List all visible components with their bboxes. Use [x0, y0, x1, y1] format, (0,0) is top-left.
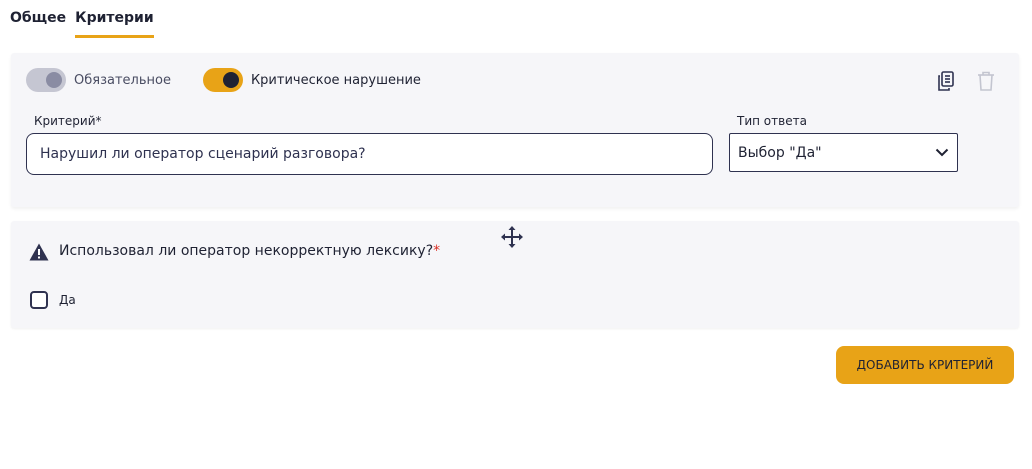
criterion-card: Обязательное Критическое нарушение Крите… — [11, 53, 1019, 207]
critical-toggle[interactable]: Критическое нарушение — [202, 68, 421, 92]
mandatory-label: Обязательное — [74, 72, 171, 88]
criterion-input[interactable] — [26, 133, 713, 175]
required-mark: * — [433, 243, 441, 259]
criterion-preview-card: Использовал ли оператор некорректную лек… — [11, 221, 1019, 328]
tab-bar: Общее Критерии — [10, 8, 154, 38]
criterion-label: Критерий* — [34, 114, 102, 128]
tab-general[interactable]: Общее — [10, 8, 66, 38]
answer-yes-checkbox[interactable] — [30, 291, 48, 309]
switch-knob — [46, 72, 62, 88]
critical-switch[interactable] — [202, 68, 243, 92]
delete-button[interactable] — [975, 70, 997, 92]
answer-yes-label: Да — [59, 293, 76, 307]
warning-icon — [29, 243, 49, 261]
answer-type-select[interactable]: Выбор "Да" — [729, 133, 958, 172]
answer-type-value: Выбор "Да" — [738, 144, 822, 161]
switch-knob — [222, 72, 239, 88]
mandatory-toggle[interactable]: Обязательное — [26, 68, 171, 92]
add-criterion-button[interactable]: ДОБАВИТЬ КРИТЕРИЙ — [836, 346, 1014, 384]
move-icon[interactable] — [500, 225, 524, 249]
tab-criteria[interactable]: Критерии — [75, 8, 154, 38]
answer-yes-option[interactable]: Да — [30, 291, 76, 309]
copy-button[interactable] — [935, 70, 957, 92]
trash-icon — [978, 71, 994, 91]
mandatory-switch[interactable] — [26, 68, 66, 92]
answer-type-label: Тип ответа — [737, 114, 807, 128]
critical-label: Критическое нарушение — [250, 72, 421, 88]
question-text: Использовал ли оператор некорректную лек… — [59, 243, 440, 259]
question-label: Использовал ли оператор некорректную лек… — [59, 243, 434, 259]
criteria-editor: Общее Критерии Обязательное Критическое … — [0, 0, 1032, 469]
toggle-row: Обязательное Критическое нарушение — [26, 68, 421, 92]
chevron-down-icon — [935, 148, 949, 157]
copy-icon — [938, 71, 954, 91]
